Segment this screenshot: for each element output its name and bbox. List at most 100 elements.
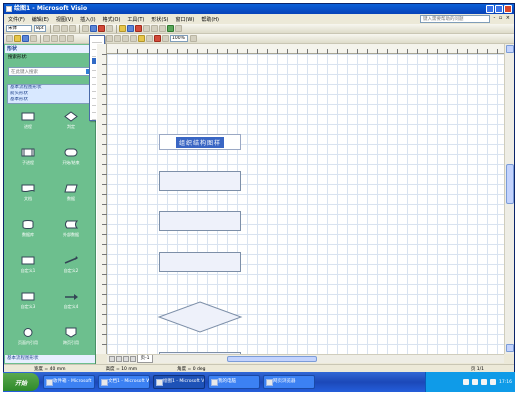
text-tool-icon[interactable]	[130, 35, 137, 42]
line-weight-icon[interactable]	[143, 25, 150, 32]
volume-icon[interactable]	[490, 379, 497, 385]
menu-help[interactable]: 帮助(H)	[201, 16, 219, 23]
horizontal-scrollbar[interactable]: 页-1	[107, 354, 504, 363]
stencil-bottom-tab[interactable]: 基本流程图形状	[5, 355, 95, 363]
shapes-icon[interactable]	[138, 35, 145, 42]
line-ends-icon[interactable]	[159, 25, 166, 32]
close-button[interactable]	[504, 5, 512, 13]
taskbar-task[interactable]: 文档1 - Microsoft Word	[98, 375, 150, 389]
line-color-icon[interactable]	[127, 25, 134, 32]
format-painter-icon[interactable]	[67, 35, 74, 42]
help-icon[interactable]	[190, 35, 197, 42]
tray-icon[interactable]	[463, 379, 470, 385]
stencil-shape[interactable]: 数据	[51, 182, 91, 206]
scroll-up-icon[interactable]	[506, 45, 514, 53]
print-icon[interactable]	[30, 35, 37, 42]
stencil-shape-label: 自定义3	[20, 304, 36, 309]
redo-icon[interactable]	[106, 35, 113, 42]
fill-color-icon[interactable]	[119, 25, 126, 32]
menu-window[interactable]: 窗口(W)	[175, 16, 194, 23]
stencil-shape[interactable]: 子进程	[8, 146, 48, 170]
process-shape[interactable]	[159, 211, 241, 231]
dropdown-option[interactable]	[92, 37, 102, 43]
save-icon[interactable]	[22, 35, 29, 42]
visio-app-icon	[6, 6, 12, 12]
align-right-icon[interactable]	[98, 25, 105, 32]
scroll-down-icon[interactable]	[506, 344, 514, 352]
connector-tool-icon[interactable]	[122, 35, 129, 42]
bold-icon[interactable]	[53, 25, 60, 32]
line-tool-icon[interactable]	[154, 35, 161, 42]
cut-icon[interactable]	[43, 35, 50, 42]
shadow-icon[interactable]	[167, 25, 174, 32]
tray-icon[interactable]	[472, 379, 479, 385]
vertical-scroll-thumb[interactable]	[506, 164, 514, 204]
stencil-shape[interactable]: 自定义2	[51, 254, 91, 278]
vertical-scrollbar[interactable]	[504, 44, 514, 354]
first-page-icon[interactable]	[109, 356, 115, 362]
minimize-button[interactable]	[486, 5, 494, 13]
new-icon[interactable]	[6, 35, 13, 42]
maximize-button[interactable]	[495, 5, 503, 13]
pointer-tool-icon[interactable]	[114, 35, 121, 42]
stencil-shape[interactable]: 数据库	[8, 218, 48, 242]
taskbar-task[interactable]: 我的电脑	[208, 375, 260, 389]
menu-edit[interactable]: 编辑(E)	[32, 16, 49, 23]
last-page-icon[interactable]	[130, 356, 136, 362]
taskbar-task[interactable]: 网页浏览器	[263, 375, 315, 389]
title-shape[interactable]: 组织结构图样	[159, 134, 241, 150]
italic-icon[interactable]	[61, 25, 68, 32]
start-button[interactable]: 开始	[3, 373, 39, 391]
menu-tools[interactable]: 工具(T)	[127, 16, 144, 23]
paste-icon[interactable]	[59, 35, 66, 42]
process-shape[interactable]	[159, 171, 241, 191]
stencil-shape[interactable]: 跨页引用	[51, 326, 91, 350]
stencil-shape[interactable]: 开始/结束	[51, 146, 91, 170]
align-left-icon[interactable]	[82, 25, 89, 32]
stencil-shape[interactable]: 自定义4	[51, 290, 91, 314]
stencil-shape[interactable]: 页面内引用	[8, 326, 48, 350]
rectangle-tool-icon[interactable]	[162, 35, 169, 42]
process-shape[interactable]	[159, 252, 241, 272]
menu-shape[interactable]: 形状(S)	[151, 16, 168, 23]
window-title: 绘图1 - Microsoft Visio	[14, 5, 88, 12]
stencil-shape[interactable]: 文档	[8, 182, 48, 206]
stencil-shape[interactable]: 自定义3	[8, 290, 48, 314]
taskbar-task[interactable]: 收件箱 - Microsoft	[43, 375, 95, 389]
justify-icon[interactable]	[106, 25, 113, 32]
font-size-select[interactable]: 8pt	[34, 25, 46, 32]
shape-search-input[interactable]: 在此键入搜索	[8, 67, 94, 76]
stencil-shape[interactable]: 外部数据	[51, 218, 91, 242]
open-icon[interactable]	[14, 35, 21, 42]
decision-shape[interactable]	[157, 300, 243, 334]
horizontal-scroll-thumb[interactable]	[227, 356, 317, 362]
font-select[interactable]: 宋体	[6, 25, 32, 32]
stencil-shape-label: 数据库	[22, 232, 34, 237]
search-shapes-label: 搜索形状:	[8, 55, 28, 60]
line-pattern-icon[interactable]	[151, 25, 158, 32]
drawing-canvas[interactable]: 组织结构图样	[107, 54, 504, 354]
taskbar-task-active[interactable]: 绘图1 - Microsoft Visio	[153, 375, 205, 389]
menu-file[interactable]: 文件(F)	[8, 16, 25, 23]
stencil-shape[interactable]: 进程	[8, 110, 48, 134]
corner-rounding-icon[interactable]	[175, 25, 182, 32]
stencil-shape[interactable]: 判定	[51, 110, 91, 134]
menu-view[interactable]: 视图(V)	[56, 16, 73, 23]
document-window-controls[interactable]: - ▫ ×	[493, 15, 511, 21]
underline-icon[interactable]	[69, 25, 76, 32]
copy-icon[interactable]	[51, 35, 58, 42]
zoom-select[interactable]: 100%	[170, 35, 188, 42]
next-page-icon[interactable]	[123, 356, 129, 362]
shapes-pane-title[interactable]: 形状	[5, 45, 95, 53]
stencil-basic-shapes[interactable]: 基本形状	[8, 97, 92, 103]
stencil-shape[interactable]: 自定义1	[8, 254, 48, 278]
menu-insert[interactable]: 插入(I)	[80, 16, 95, 23]
drawing-tools-icon[interactable]	[146, 35, 153, 42]
page-tab[interactable]: 页-1	[137, 355, 153, 363]
menu-format[interactable]: 格式(O)	[103, 16, 121, 23]
tray-icon[interactable]	[481, 379, 488, 385]
align-center-icon[interactable]	[90, 25, 97, 32]
help-search-input[interactable]: 键入需要帮助的问题	[420, 15, 490, 23]
font-color-icon[interactable]	[135, 25, 142, 32]
prev-page-icon[interactable]	[116, 356, 122, 362]
